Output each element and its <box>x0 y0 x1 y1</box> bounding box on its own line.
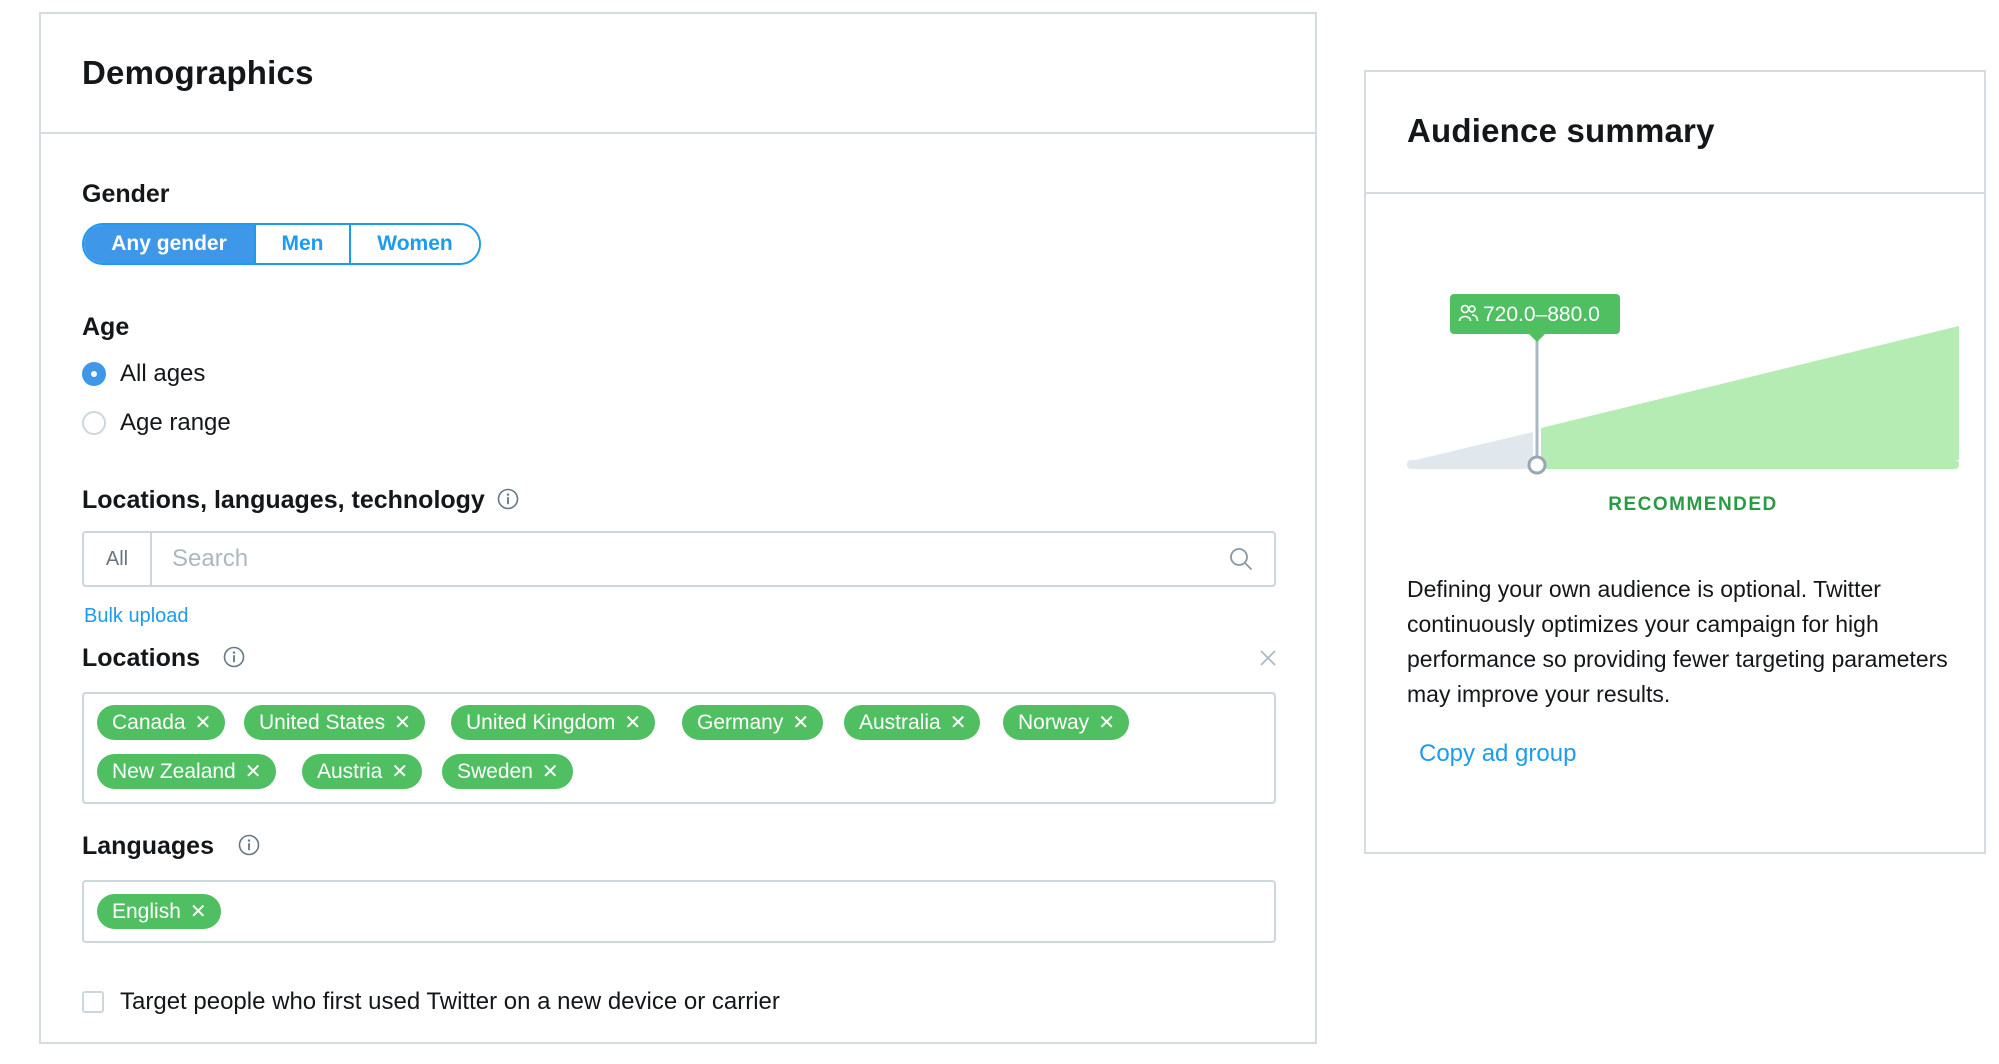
bulk-upload-link[interactable]: Bulk upload <box>84 605 189 628</box>
languages-label: Languages <box>82 832 214 860</box>
gender-segmented-control: Any gender Men Women <box>82 223 481 265</box>
tag-label: Canada <box>112 710 186 734</box>
locations-tag-box[interactable]: Canada ✕ United States ✕ United Kingdom ✕ G… <box>82 692 1276 804</box>
tag-label: Austria <box>317 759 383 783</box>
checkbox[interactable] <box>82 991 104 1013</box>
remove-tag-icon[interactable]: ✕ <box>190 902 207 922</box>
remove-tag-icon[interactable]: ✕ <box>792 713 809 733</box>
remove-tag-icon[interactable]: ✕ <box>542 762 559 782</box>
remove-tag-icon[interactable]: ✕ <box>245 762 262 782</box>
location-tag[interactable]: Germany ✕ <box>682 705 824 740</box>
location-search: All <box>82 531 1276 587</box>
locations-label: Locations <box>82 644 201 672</box>
tag-label: United Kingdom <box>466 710 616 734</box>
tag-label: Australia <box>859 710 941 734</box>
tag-label: English <box>112 899 181 923</box>
radio-unchecked-icon[interactable] <box>82 411 106 435</box>
tag-label: United States <box>259 710 386 734</box>
tag-label: Germany <box>697 710 784 734</box>
estimate-range: 720.0–880.0 <box>1483 303 1600 326</box>
info-icon[interactable] <box>223 646 245 668</box>
recommended-label: RECOMMENDED <box>1608 494 1778 515</box>
radio-checked-icon[interactable] <box>82 362 106 386</box>
info-icon[interactable] <box>238 834 260 856</box>
llt-label: Locations, languages, technology <box>82 486 485 514</box>
search-scope-selector[interactable]: All <box>84 533 152 585</box>
search-icon[interactable] <box>1228 546 1254 572</box>
remove-tag-icon[interactable]: ✕ <box>624 713 641 733</box>
location-tag[interactable]: United Kingdom ✕ <box>451 705 656 740</box>
location-tag[interactable]: New Zealand ✕ <box>97 754 276 789</box>
tag-label: Norway <box>1018 710 1090 734</box>
demographics-title: Demographics <box>82 54 314 91</box>
audience-summary-title: Audience summary <box>1407 112 1715 149</box>
location-tag[interactable]: Norway ✕ <box>1003 705 1129 740</box>
location-tag[interactable]: Australia ✕ <box>844 705 981 740</box>
gender-option-any[interactable]: Any gender <box>84 225 256 263</box>
audience-description: Defining your own audience is optional. … <box>1407 576 1948 707</box>
location-tag[interactable]: Austria ✕ <box>302 754 423 789</box>
search-input[interactable] <box>152 545 1228 573</box>
gender-option-men[interactable]: Men <box>256 225 351 263</box>
age-option-range-label: Age range <box>120 409 231 436</box>
location-tag[interactable]: Sweden ✕ <box>442 754 573 789</box>
estimate-tooltip-pointer <box>1529 334 1545 342</box>
remove-tag-icon[interactable]: ✕ <box>950 713 967 733</box>
audience-summary-header: Audience summary <box>1366 72 1984 194</box>
remove-tag-icon[interactable]: ✕ <box>195 713 212 733</box>
remove-tag-icon[interactable]: ✕ <box>394 713 411 733</box>
chart-area-recommended <box>1541 326 1959 460</box>
languages-tag-box[interactable]: English ✕ <box>82 880 1276 943</box>
remove-tag-icon[interactable]: ✕ <box>391 762 408 782</box>
device-carrier-label: Target people who first used Twitter on … <box>120 988 780 1015</box>
tag-label: New Zealand <box>112 759 236 783</box>
location-tag[interactable]: Canada ✕ <box>97 705 226 740</box>
audience-size-chart: 720.0–880.0 <box>1407 294 1959 475</box>
remove-tag-icon[interactable]: ✕ <box>1098 713 1115 733</box>
chart-marker-handle[interactable] <box>1527 455 1547 475</box>
chart-area-below <box>1407 432 1533 462</box>
chart-track-recommended <box>1537 460 1959 469</box>
age-option-all[interactable]: All ages <box>82 360 205 388</box>
demographics-header: Demographics <box>41 14 1315 134</box>
language-tag[interactable]: English ✕ <box>97 894 221 929</box>
audience-summary-card: Audience summary 720.0–880.0 RECOMMENDED… <box>1364 70 1986 854</box>
clear-locations-icon[interactable] <box>1258 648 1278 668</box>
age-label: Age <box>82 313 130 341</box>
copy-ad-group-link[interactable]: Copy ad group <box>1419 740 1576 768</box>
gender-label: Gender <box>82 180 170 208</box>
info-icon[interactable] <box>497 488 519 510</box>
demographics-card: Demographics Gender Any gender Men Women… <box>39 12 1317 1044</box>
device-carrier-checkbox-row[interactable]: Target people who first used Twitter on … <box>82 988 780 1016</box>
age-option-range[interactable]: Age range <box>82 409 231 437</box>
gender-option-women[interactable]: Women <box>351 225 479 263</box>
tag-label: Sweden <box>457 759 533 783</box>
location-tag[interactable]: United States ✕ <box>244 705 425 740</box>
age-option-all-label: All ages <box>120 360 206 387</box>
chart-track-below <box>1407 460 1537 469</box>
